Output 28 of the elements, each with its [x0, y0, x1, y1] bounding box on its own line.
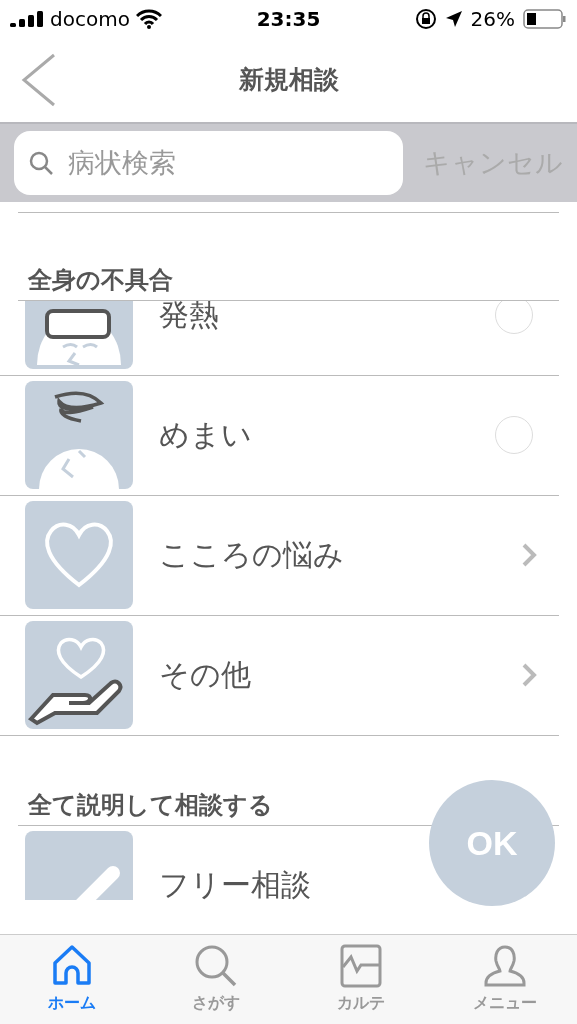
heart-hand-icon — [25, 621, 133, 730]
list-row[interactable]: その他 — [0, 615, 559, 736]
list-row[interactable]: こころの悩み — [0, 495, 559, 616]
section-title: 全身の不具合 — [28, 264, 173, 296]
location-arrow-icon — [444, 10, 463, 28]
battery-icon — [523, 9, 567, 29]
chevron-icon — [521, 542, 537, 569]
search-box[interactable]: 病状検索 — [14, 130, 403, 195]
dizzy-face-icon — [25, 381, 133, 490]
carrier-name: docomo — [50, 7, 130, 31]
section-title: 全て説明して相談する — [28, 789, 273, 821]
rotation-lock-icon — [414, 8, 437, 30]
radio-button[interactable] — [495, 300, 533, 335]
signal-icon — [10, 11, 44, 27]
search-field[interactable]: 病状検索 — [66, 146, 350, 180]
clock-time: 23:35 — [256, 7, 321, 31]
list-row[interactable]: 発熱 — [0, 300, 559, 376]
chevron-icon — [521, 662, 537, 689]
radio-button[interactable] — [495, 416, 533, 455]
wifi-icon — [135, 9, 162, 29]
screen-title: 新規相談 — [238, 64, 339, 97]
tab[interactable]: カルテ — [288, 935, 433, 1024]
tab[interactable]: メニュー — [432, 935, 577, 1024]
battery-percent: 26% — [470, 7, 515, 31]
tab[interactable]: さがす — [144, 935, 289, 1024]
search-icon — [28, 149, 54, 176]
list-row[interactable]: めまい — [0, 375, 559, 496]
tab[interactable]: ホーム — [0, 935, 145, 1024]
